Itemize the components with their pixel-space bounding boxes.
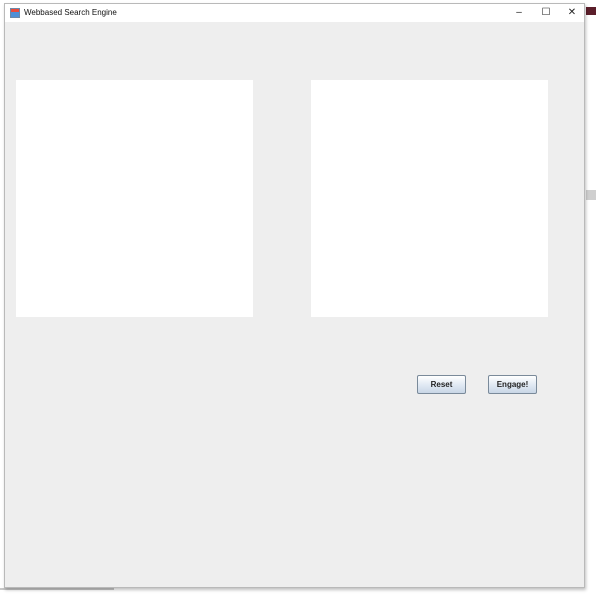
java-app-icon — [10, 8, 20, 18]
reset-button[interactable]: Reset — [417, 375, 466, 394]
maximize-button[interactable]: ☐ — [533, 4, 559, 22]
background-taskbar-sliver — [0, 588, 114, 590]
title-bar[interactable]: Webbased Search Engine – ☐ ✕ — [5, 4, 584, 22]
window-title: Webbased Search Engine — [24, 8, 117, 17]
engage-button[interactable]: Engage! — [488, 375, 537, 394]
background-scroll-edge — [586, 190, 596, 200]
app-window: Webbased Search Engine – ☐ ✕ Reset Engag… — [4, 3, 585, 588]
left-image-panel[interactable] — [16, 80, 253, 317]
right-image-panel[interactable] — [311, 80, 548, 317]
background-window-edge — [586, 7, 596, 15]
close-button[interactable]: ✕ — [559, 4, 585, 22]
minimize-button[interactable]: – — [506, 4, 532, 22]
